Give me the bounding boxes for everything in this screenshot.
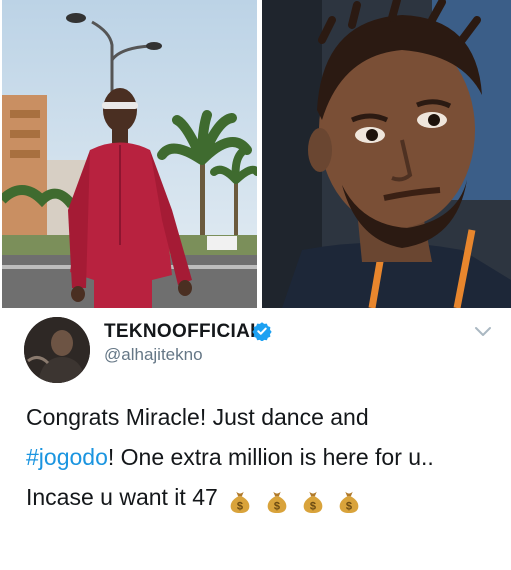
emoji-row: $ $ $ $ <box>224 481 363 521</box>
man-closeup-image <box>262 0 511 308</box>
display-name[interactable]: TEKNOOFFICIAL <box>104 321 262 343</box>
tweet-text: Congrats Miracle! Just dance and #jogodo… <box>26 397 496 521</box>
man-in-red-image <box>2 0 257 308</box>
money-bag-icon: $ <box>301 489 327 516</box>
avatar-image <box>24 317 90 383</box>
tweet-text-part2: ! One extra million is here for u.. <box>107 444 434 470</box>
tweet-card: TEKNOOFFICIAL @alhajitekno Congrats Mira… <box>0 311 511 570</box>
photo-man-closeup[interactable] <box>262 0 511 308</box>
svg-text:$: $ <box>346 501 352 513</box>
hashtag-link[interactable]: #jogodo <box>26 444 108 470</box>
user-handle[interactable]: @alhajitekno <box>104 345 203 365</box>
photo-collage <box>0 0 511 311</box>
photo-man-in-red-outfit[interactable] <box>2 0 257 308</box>
money-bag-icon: $ <box>337 489 363 516</box>
tweet-text-part3: Incase u want it 47 <box>26 484 218 510</box>
money-bag-icon: $ <box>265 489 291 516</box>
svg-text:$: $ <box>237 501 243 513</box>
profile-avatar[interactable] <box>24 317 90 383</box>
verified-badge-icon <box>252 321 272 342</box>
money-bag-icon: $ <box>228 489 254 516</box>
svg-text:$: $ <box>310 501 316 513</box>
tweet-text-part1: Congrats Miracle! Just dance and <box>26 404 369 430</box>
chevron-down-icon[interactable] <box>474 325 492 337</box>
svg-text:$: $ <box>274 501 280 513</box>
